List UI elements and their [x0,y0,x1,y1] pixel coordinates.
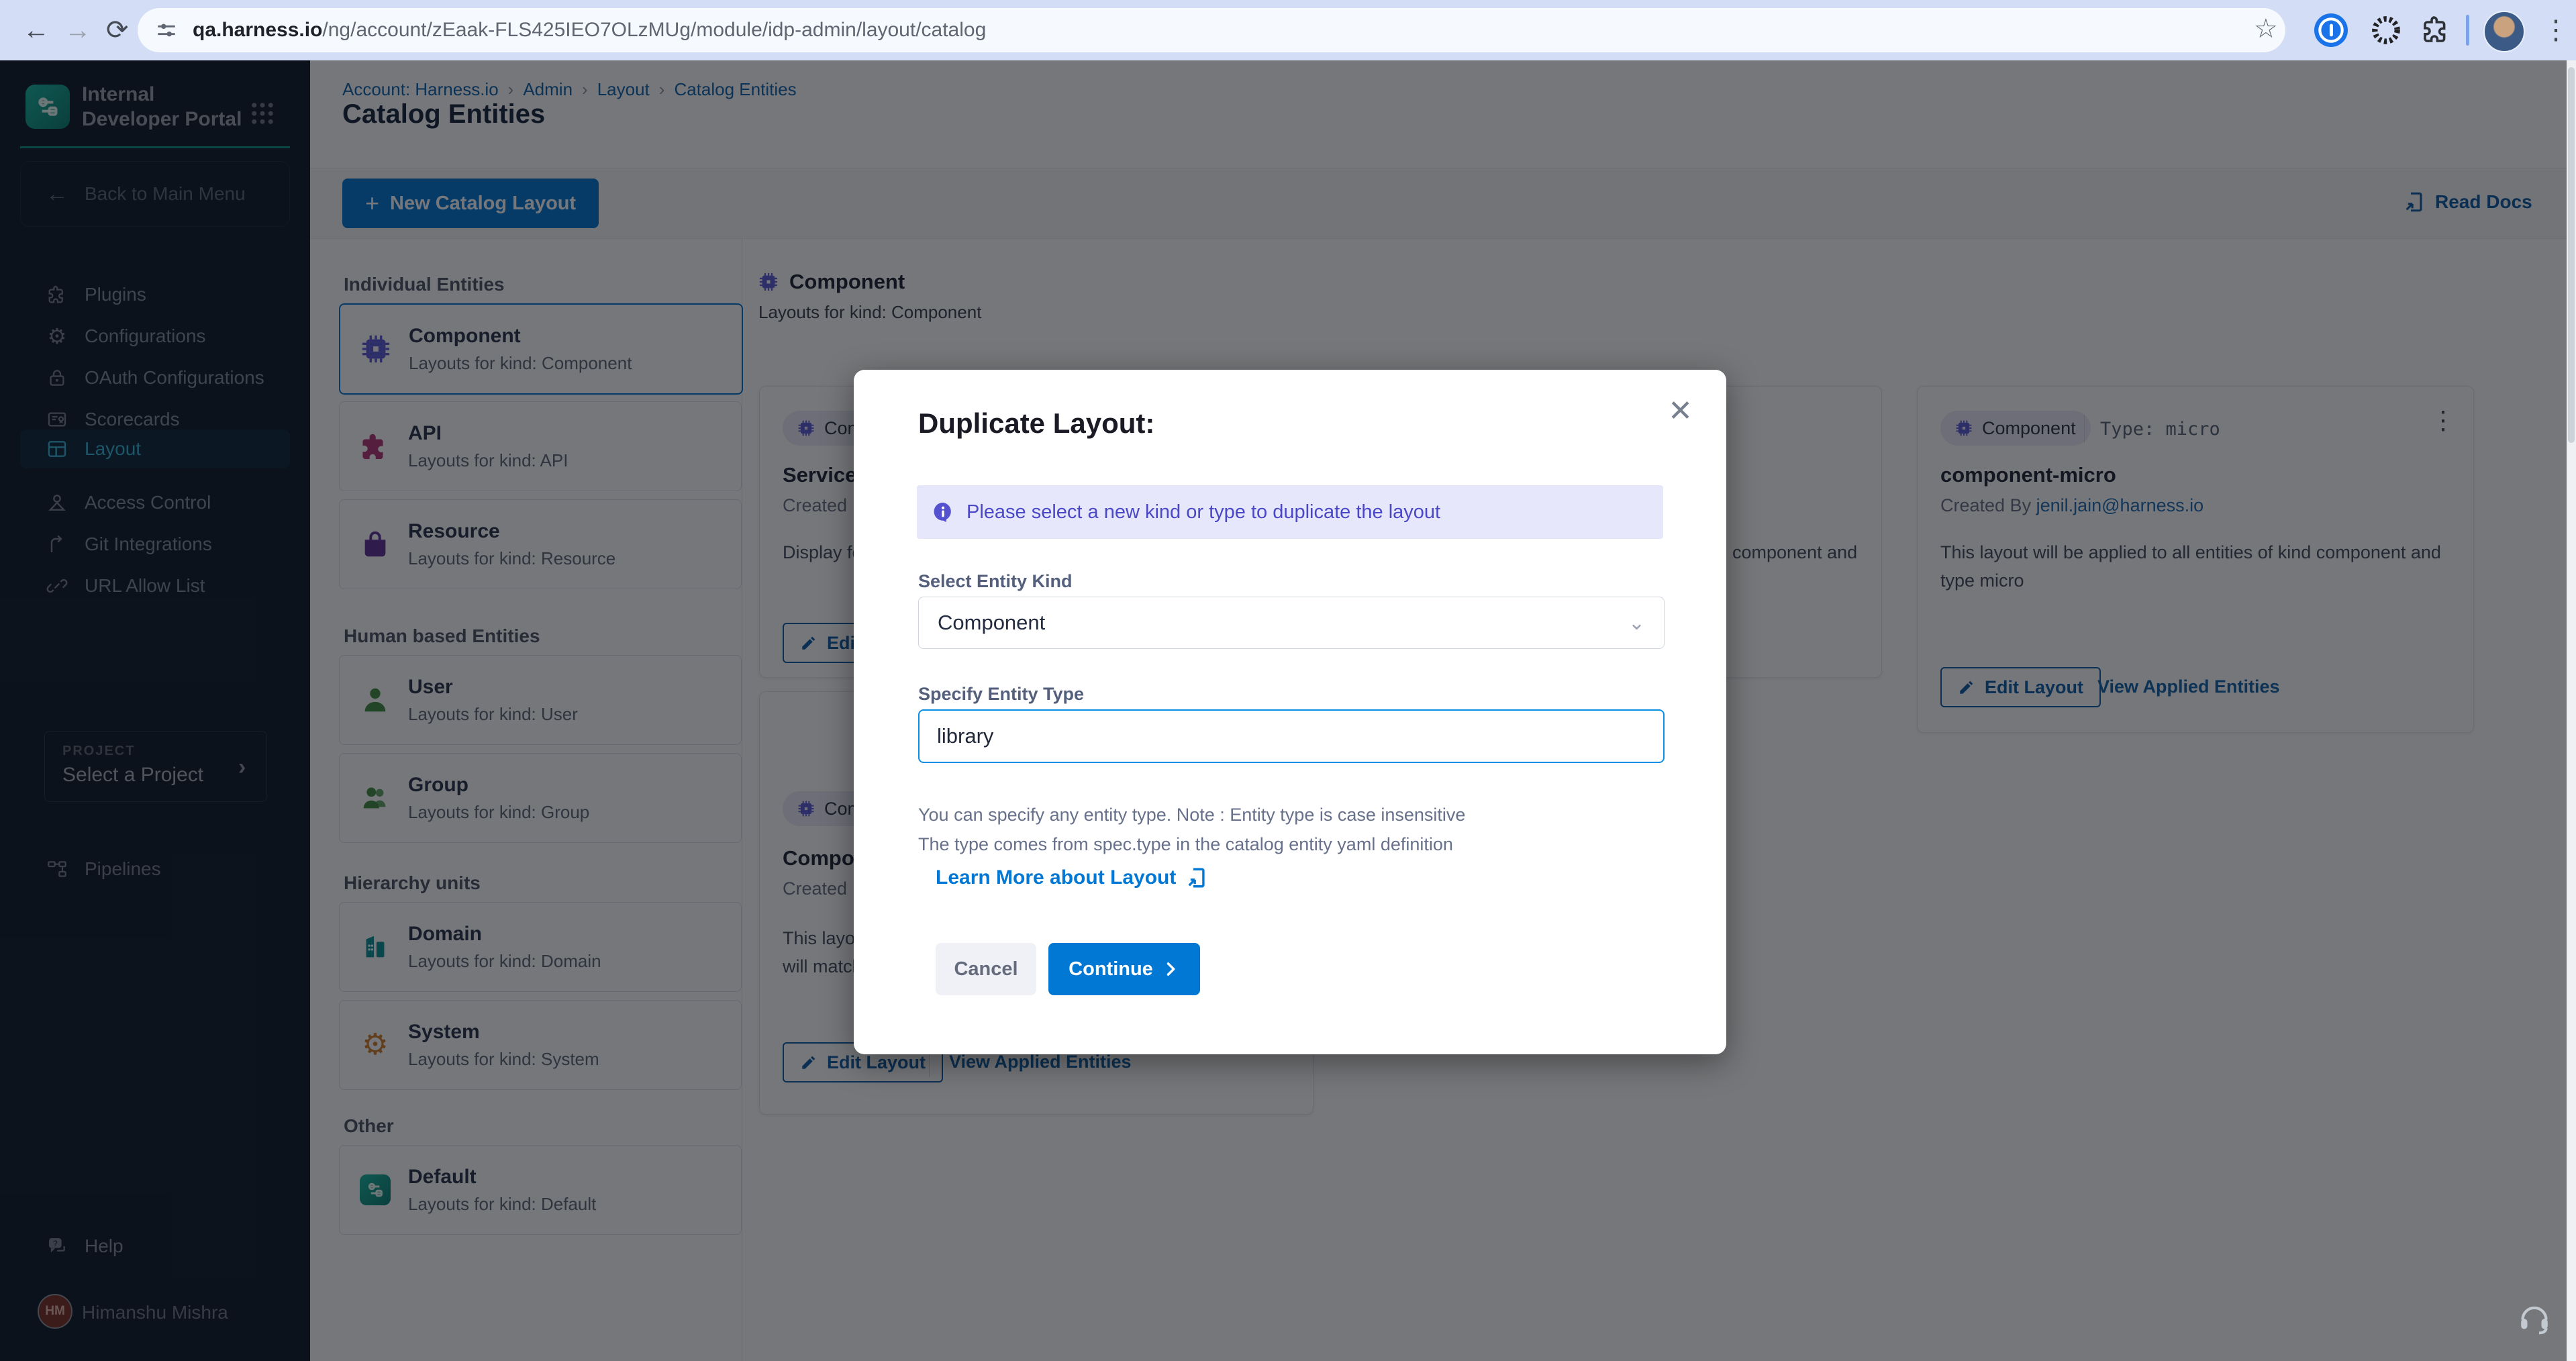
forward-icon[interactable]: → [64,0,91,60]
onepassword-extension-icon[interactable] [2314,13,2348,47]
modal-title: Duplicate Layout: [918,407,1154,440]
bookmark-star-icon[interactable]: ☆ [2254,13,2278,44]
support-headset-icon[interactable] [2516,1299,2553,1337]
chevron-down-icon: ⌄ [1628,611,1645,635]
duplicate-layout-modal: ✕ Duplicate Layout: Please select a new … [854,370,1726,1054]
learn-more-link[interactable]: Learn More about Layout [936,866,1208,889]
cancel-button[interactable]: Cancel [936,943,1036,995]
close-icon[interactable]: ✕ [1668,397,1693,426]
help-line-2: The type comes from spec.type in the cat… [918,834,1453,855]
browser-toolbar: ← → ⟳ qa.harness.io/ng/account/zEaak-FLS… [0,0,2576,60]
site-settings-icon[interactable] [155,19,178,42]
continue-button[interactable]: Continue [1048,943,1200,995]
info-banner: Please select a new kind or type to dupl… [917,485,1663,539]
banner-text: Please select a new kind or type to dupl… [967,501,1440,523]
browser-menu-kebab-icon[interactable]: ⋮ [2542,9,2569,51]
kind-label: Select Entity Kind [918,571,1073,592]
toolbar-divider [2466,15,2469,46]
info-icon [932,501,954,523]
entity-kind-select[interactable]: Component ⌄ [918,597,1665,649]
type-label: Specify Entity Type [918,684,1084,705]
extensions-puzzle-icon[interactable] [2420,13,2453,46]
back-icon[interactable]: ← [23,0,50,60]
loading-extension-icon[interactable] [2369,13,2403,47]
entity-type-input[interactable] [918,709,1665,763]
browser-profile-avatar[interactable] [2483,11,2525,52]
help-line-1: You can specify any entity type. Note : … [918,805,1465,825]
scrollbar-thumb[interactable] [2568,67,2575,443]
kind-value: Component [938,611,1045,635]
reload-icon[interactable]: ⟳ [106,0,129,60]
url-text: qa.harness.io/ng/account/zEaak-FLS425IEO… [193,19,986,42]
doc-external-icon [1185,866,1208,889]
url-bar[interactable]: qa.harness.io/ng/account/zEaak-FLS425IEO… [138,8,2285,52]
chevron-right-icon [1161,960,1180,978]
